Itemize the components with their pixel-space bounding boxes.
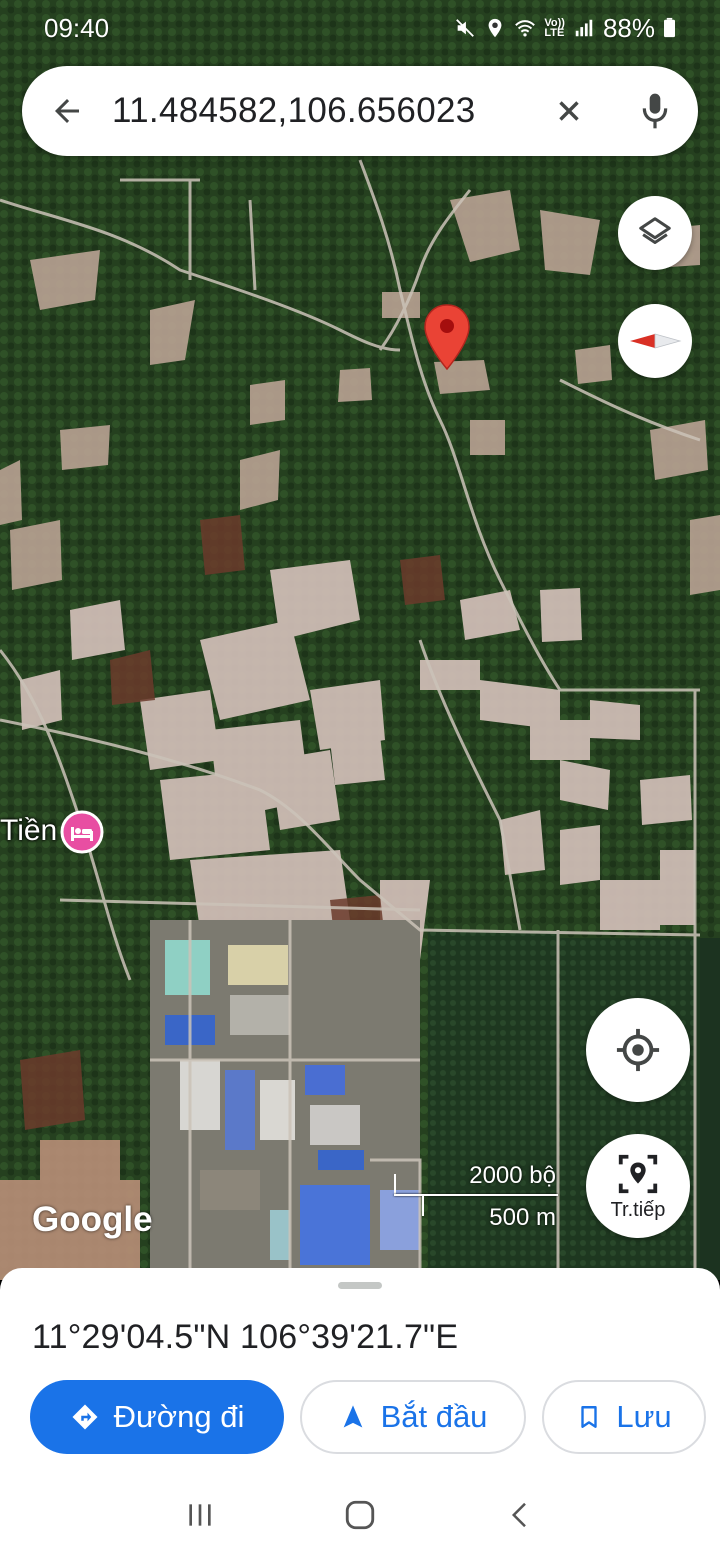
scale-tick (394, 1174, 396, 1196)
bookmark-icon (581, 1406, 598, 1428)
search-input[interactable]: 11.484582,106.656023 (112, 91, 526, 131)
layers-button[interactable] (618, 196, 692, 270)
signal-icon (575, 19, 593, 37)
navigation-arrow-icon (343, 1405, 362, 1428)
status-bar: 09:40 Vo)) LTE 88% (0, 0, 720, 56)
google-logo: Google (32, 1200, 153, 1239)
recent-apps-button[interactable] (170, 1485, 230, 1545)
close-icon (559, 101, 579, 121)
directions-label: Đường đi (113, 1399, 245, 1434)
home-icon (345, 1500, 375, 1530)
wifi-icon (515, 20, 536, 37)
voice-search-button[interactable] (612, 66, 698, 156)
back-button[interactable] (22, 66, 112, 156)
recents-icon (189, 1504, 211, 1526)
mute-icon (456, 19, 475, 37)
status-time: 09:40 (44, 12, 110, 43)
live-view-icon (618, 1154, 658, 1193)
hotel-icon[interactable] (60, 810, 104, 854)
scale-meters-label: 500 m (489, 1204, 556, 1231)
back-chevron-icon (511, 1502, 526, 1528)
location-pin-icon[interactable] (422, 303, 472, 371)
layers-icon (639, 217, 671, 245)
save-label: Lưu (616, 1399, 672, 1434)
scale-tick (422, 1194, 424, 1216)
start-label: Bắt đầu (380, 1399, 488, 1434)
my-location-button[interactable] (586, 998, 690, 1102)
sheet-drag-handle[interactable] (338, 1282, 382, 1289)
system-navigation-bar (0, 1470, 720, 1560)
location-icon (488, 18, 502, 38)
save-button[interactable]: Lưu (542, 1380, 706, 1454)
battery-level: 88% (602, 12, 655, 43)
search-bar[interactable]: 11.484582,106.656023 (22, 66, 698, 156)
directions-button[interactable]: Đường đi (30, 1380, 284, 1454)
start-button[interactable]: Bắt đầu (300, 1380, 526, 1454)
battery-icon (664, 17, 675, 38)
coordinates-title: 11°29'04.5"N 106°39'21.7"E (32, 1318, 459, 1356)
home-button[interactable] (330, 1485, 390, 1545)
mic-icon (642, 93, 668, 129)
live-view-label: Tr.tiếp (610, 1198, 666, 1221)
my-location-icon (616, 1028, 660, 1072)
poi-label[interactable]: Tiền (0, 814, 57, 848)
live-view-button[interactable]: Tr.tiếp (586, 1134, 690, 1238)
back-nav-button[interactable] (490, 1485, 550, 1545)
back-arrow-icon (55, 99, 79, 123)
status-icons: Vo)) LTE 88% (454, 13, 676, 44)
directions-icon (72, 1404, 98, 1430)
scale-feet-label: 2000 bộ (469, 1162, 556, 1189)
scale-line (394, 1194, 558, 1196)
network-type: Vo)) LTE (544, 17, 565, 39)
compass-button[interactable] (618, 304, 692, 378)
map-scale: 2000 bộ 500 m (390, 1160, 560, 1234)
compass-icon (630, 333, 682, 349)
action-buttons: Đường đi Bắt đầu Lưu (30, 1380, 706, 1454)
clear-button[interactable] (526, 66, 612, 156)
